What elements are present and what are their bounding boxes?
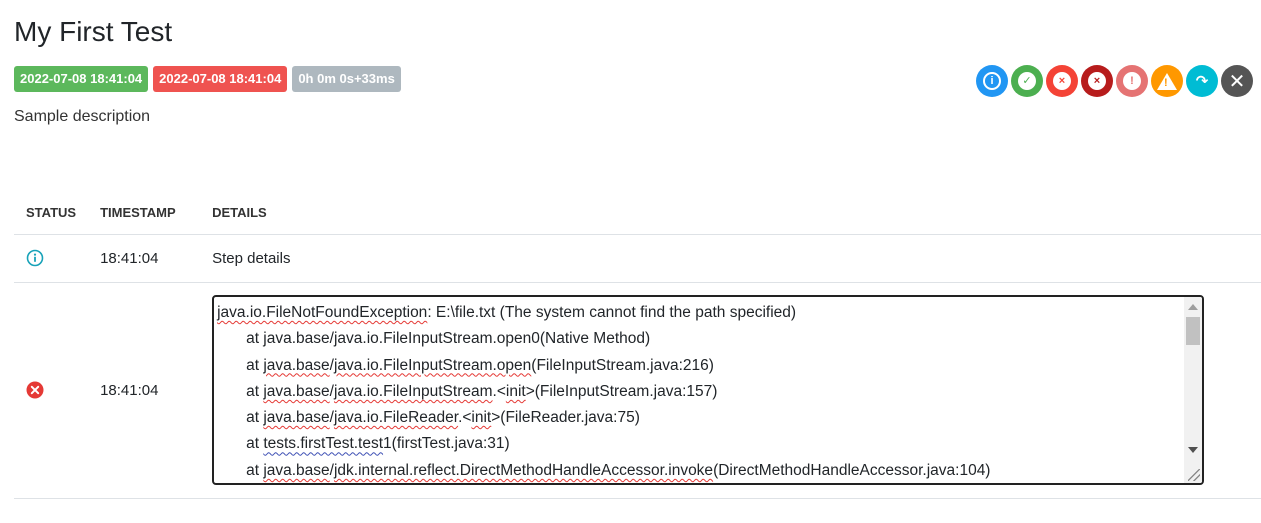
test-description: Sample description — [14, 108, 151, 125]
duration-badge: 0h 0m 0s+33ms — [292, 66, 401, 92]
close-icon: ✕ — [1228, 70, 1246, 93]
warning-triangle-icon: ! — [1157, 72, 1177, 90]
filter-info-button[interactable]: i — [976, 65, 1008, 97]
test-title: My First Test — [14, 16, 173, 47]
timestamp-column-header: TIMESTAMP — [88, 192, 201, 235]
status-cell — [14, 282, 89, 499]
check-icon: ✓ — [1018, 72, 1036, 90]
filter-pass-button[interactable]: ✓ — [1011, 65, 1043, 97]
scroll-up-arrow-icon[interactable] — [1188, 304, 1199, 310]
details-column-header: DETAILS — [200, 192, 1261, 235]
log-table: STATUS TIMESTAMP DETAILS 18:41:04 Step d… — [14, 192, 1261, 499]
time-badges: 2022-07-08 18:41:04 2022-07-08 18:41:04 … — [14, 66, 401, 92]
details-cell: Step details — [200, 234, 1261, 283]
times-circle-icon: × — [1088, 72, 1106, 90]
exclamation-circle-icon: ! — [1123, 72, 1141, 90]
times-circle-icon — [26, 381, 44, 399]
info-icon: i — [983, 72, 1001, 90]
timestamp-cell: 18:41:04 — [88, 282, 201, 499]
vertical-scrollbar[interactable] — [1184, 297, 1203, 483]
table-row: 18:41:04 Step details — [14, 234, 1261, 283]
end-time-badge: 2022-07-08 18:41:04 — [153, 66, 288, 92]
stack-trace-textarea[interactable]: java.io.FileNotFoundException: E:\file.t… — [212, 295, 1205, 485]
timestamp-cell: 18:41:04 — [88, 234, 201, 283]
status-filter-bar: i ✓ × × ! ! ↷ ✕ — [976, 65, 1253, 97]
filter-fatal-button[interactable]: × — [1081, 65, 1113, 97]
table-row: 18:41:04 java.io.FileNotFoundException: … — [14, 282, 1261, 499]
redo-arrow-icon: ↷ — [1195, 73, 1209, 90]
stack-trace-text: java.io.FileNotFoundException: E:\file.t… — [217, 304, 991, 479]
info-circle-icon — [26, 249, 44, 267]
filter-fail-button[interactable]: × — [1046, 65, 1078, 97]
scrollbar-thumb[interactable] — [1186, 317, 1201, 345]
clear-filters-button[interactable]: ✕ — [1221, 65, 1253, 97]
status-column-header: STATUS — [14, 192, 89, 235]
status-cell — [14, 234, 89, 283]
scroll-down-arrow-icon[interactable] — [1188, 447, 1199, 453]
filter-warning-button[interactable]: ! — [1151, 65, 1183, 97]
resize-handle-icon[interactable] — [1188, 469, 1201, 481]
times-circle-icon: × — [1053, 72, 1071, 90]
filter-error-button[interactable]: ! — [1116, 65, 1148, 97]
filter-skip-button[interactable]: ↷ — [1186, 65, 1218, 97]
details-cell: java.io.FileNotFoundException: E:\file.t… — [200, 282, 1261, 499]
start-time-badge: 2022-07-08 18:41:04 — [14, 66, 149, 92]
